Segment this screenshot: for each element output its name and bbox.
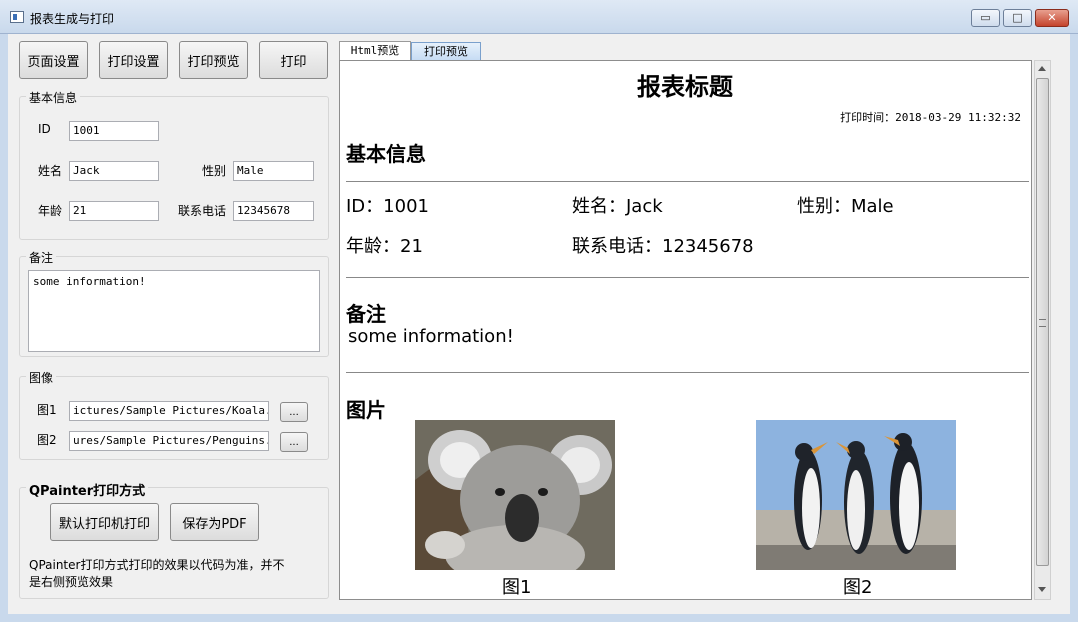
image2-caption: 图2 [843, 577, 873, 598]
phone-field[interactable]: 12345678 [233, 201, 314, 221]
penguins-image [756, 420, 956, 570]
scrollbar-grip-icon [1039, 319, 1046, 327]
title-bar: 报表生成与打印 ▭ □ ✕ [0, 0, 1078, 34]
window-title: 报表生成与打印 [30, 12, 115, 26]
scroll-up-arrow-icon[interactable] [1038, 66, 1046, 71]
print-time-label: 打印时间： [840, 111, 896, 124]
age-field[interactable]: 21 [69, 201, 159, 221]
preview-scrollbar[interactable] [1034, 60, 1051, 600]
images-group: 图像 图1 ictures/Sample Pictures/Koala.jpg … [19, 369, 329, 460]
gender-field[interactable]: Male [233, 161, 314, 181]
notes-textarea[interactable]: some information! [28, 270, 320, 352]
report-id: ID：1001 [346, 196, 429, 217]
age-label: 年龄 [38, 204, 63, 218]
image1-caption: 图1 [502, 577, 532, 598]
close-icon: ✕ [1047, 11, 1057, 24]
window-frame-left [0, 34, 8, 614]
page-setup-button[interactable]: 页面设置 [19, 41, 88, 79]
default-printer-button[interactable]: 默认打印机打印 [50, 503, 159, 541]
print-preview-button[interactable]: 打印预览 [179, 41, 248, 79]
image1-path-field[interactable]: ictures/Sample Pictures/Koala.jpg [69, 401, 269, 421]
name-field[interactable]: Jack [69, 161, 159, 181]
close-button[interactable]: ✕ [1035, 9, 1069, 27]
image1-browse-button[interactable]: ... [280, 402, 308, 422]
qpainter-note-line1: QPainter打印方式打印的效果以代码为准，并不 [29, 558, 285, 572]
print-time-value: 2018-03-29 11:32:32 [895, 111, 1021, 124]
maximize-button[interactable]: □ [1003, 9, 1032, 27]
html-preview-pane: 报表标题 打印时间：2018-03-29 11:32:32 基本信息 ID：10… [339, 60, 1032, 600]
gender-label: 性别 [202, 164, 227, 178]
print-setup-button[interactable]: 打印设置 [99, 41, 168, 79]
image1-label: 图1 [37, 403, 57, 417]
tab-print-preview[interactable]: 打印预览 [411, 42, 481, 60]
notes-title: 备注 [26, 249, 57, 266]
qpainter-title: QPainter打印方式 [26, 480, 149, 499]
images-title: 图像 [26, 369, 57, 386]
report-phone: 联系电话：12345678 [572, 236, 754, 257]
report-basic-heading: 基本信息 [346, 142, 426, 166]
report-age: 年龄：21 [346, 236, 423, 257]
report-title: 报表标题 [637, 73, 733, 101]
id-label: ID [38, 122, 51, 136]
tab-html-preview[interactable]: Html预览 [339, 41, 411, 60]
app-icon [10, 11, 24, 23]
report-image-heading: 图片 [346, 398, 386, 422]
koala-image [415, 420, 615, 570]
image2-label: 图2 [37, 433, 57, 447]
minimize-icon: ▭ [980, 11, 991, 24]
main-window: 页面设置 打印设置 打印预览 打印 基本信息 ID 1001 姓名 Jack 性… [8, 34, 1070, 614]
window-frame-right [1070, 34, 1078, 614]
window-frame-bottom [0, 614, 1078, 622]
divider [346, 277, 1029, 278]
basic-info-group: 基本信息 ID 1001 姓名 Jack 性别 Male 年龄 21 联系电话 … [19, 89, 329, 240]
id-field[interactable]: 1001 [69, 121, 159, 141]
save-pdf-button[interactable]: 保存为PDF [170, 503, 259, 541]
report-gender: 性别：Male [797, 196, 894, 217]
divider [346, 181, 1029, 182]
print-button[interactable]: 打印 [259, 41, 328, 79]
report-notes-heading: 备注 [346, 302, 386, 326]
scroll-down-arrow-icon[interactable] [1038, 587, 1046, 592]
maximize-icon: □ [1012, 11, 1023, 24]
report-notes-text: some information! [348, 326, 514, 347]
basic-info-title: 基本信息 [26, 89, 81, 106]
image2-path-field[interactable]: ures/Sample Pictures/Penguins.jpg [69, 431, 269, 451]
print-time: 打印时间：2018-03-29 11:32:32 [840, 109, 1021, 125]
qpainter-note-line2: 是右侧预览效果 [29, 575, 114, 589]
report-name: 姓名：Jack [572, 196, 663, 217]
notes-group: 备注 some information! [19, 249, 329, 357]
phone-label: 联系电话 [178, 204, 227, 218]
minimize-button[interactable]: ▭ [971, 9, 1000, 27]
image2-browse-button[interactable]: ... [280, 432, 308, 452]
name-label: 姓名 [38, 164, 63, 178]
qpainter-group: QPainter打印方式 默认打印机打印 保存为PDF QPainter打印方式… [19, 480, 329, 599]
divider [346, 372, 1029, 373]
